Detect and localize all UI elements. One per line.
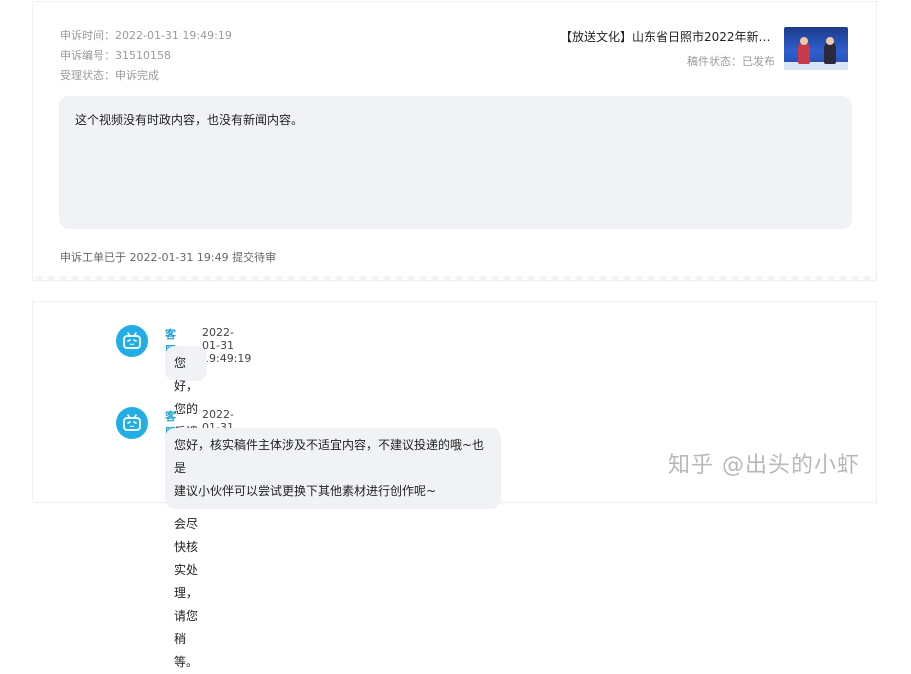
complaint-id-label: 申诉编号： <box>60 49 115 62</box>
card-scallop-edge <box>33 276 876 284</box>
complaint-id-value: 31510158 <box>115 49 171 62</box>
video-thumbnail[interactable] <box>784 27 848 70</box>
watermark: 知乎 @出头的小虾 <box>668 453 860 478</box>
complaint-time-value: 2022-01-31 19:49:19 <box>115 29 232 42</box>
complaint-status-value: 申诉完成 <box>115 69 159 82</box>
complaint-id: 申诉编号：31510158 <box>60 47 171 63</box>
video-title-link[interactable]: 【放送文化】山东省日照市2022年新闻联播 <box>560 28 776 45</box>
video-status: 稿件状态：已发布 <box>687 53 775 69</box>
complaint-time-label: 申诉时间： <box>60 29 115 42</box>
message-line: 您好，核实稿件主体涉及不适宜内容，不建议投递的哦~也是 <box>174 438 485 475</box>
video-status-label: 稿件状态： <box>687 55 742 68</box>
video-status-value: 已发布 <box>742 55 775 68</box>
support-avatar-icon <box>116 325 148 357</box>
message-time: 2022-01-31 19:49:19 <box>202 326 252 365</box>
complaint-content-text: 这个视频没有时政内容，也没有新闻内容。 <box>75 113 304 127</box>
complaint-status: 受理状态：申诉完成 <box>60 67 159 83</box>
complaint-content-box: 这个视频没有时政内容，也没有新闻内容。 <box>59 96 852 229</box>
message-bubble: 您好，您的反馈我们已收到，会尽快核实处理，请您稍等。 <box>165 346 207 669</box>
complaint-time: 申诉时间：2022-01-31 19:49:19 <box>60 27 232 43</box>
support-avatar-icon <box>116 407 148 439</box>
complaint-status-label: 受理状态： <box>60 69 115 82</box>
submission-note: 申诉工单已于 2022-01-31 19:49 提交待审 <box>60 251 277 264</box>
message-bubble: 您好，核实稿件主体涉及不适宜内容，不建议投递的哦~也是 建议小伙伴可以尝试更换下… <box>165 428 501 509</box>
